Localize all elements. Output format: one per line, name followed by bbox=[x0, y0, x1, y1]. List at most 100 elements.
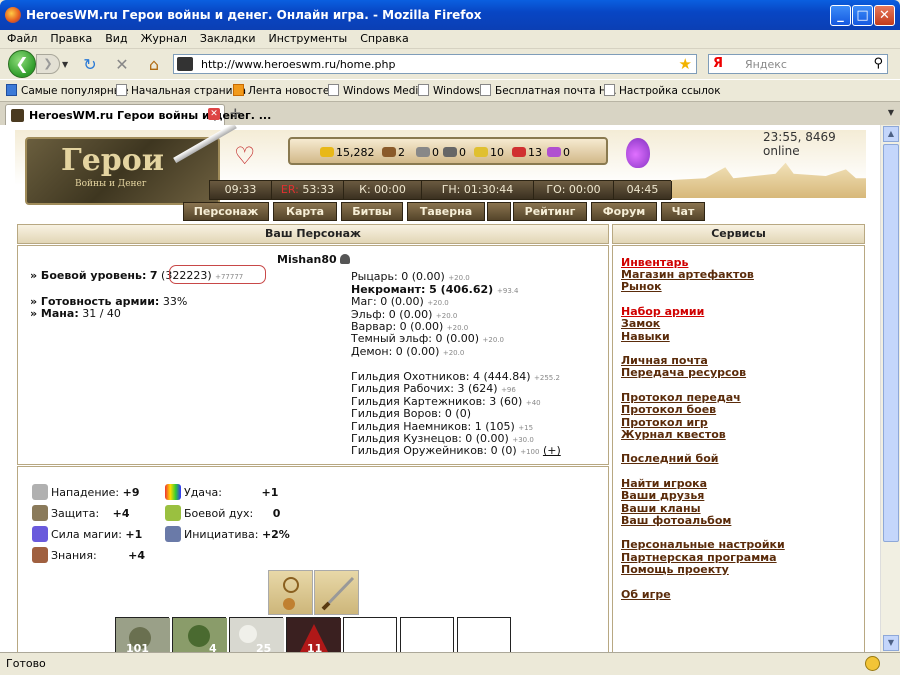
army-slot[interactable]: 101 bbox=[115, 617, 170, 652]
link-transfer-resources[interactable]: Передача ресурсов bbox=[621, 366, 746, 379]
weapon-slot[interactable] bbox=[314, 570, 359, 615]
army-slot[interactable]: 25 bbox=[229, 617, 284, 652]
yandex-icon[interactable]: Я bbox=[713, 56, 723, 71]
army-slot-empty[interactable] bbox=[343, 617, 397, 652]
timer-gn: ГН: 01:30:44 bbox=[422, 181, 534, 199]
server-time-online: 23:55, 8469 online bbox=[763, 130, 836, 158]
search-placeholder: Яндекс bbox=[745, 58, 787, 71]
army-slot-empty[interactable] bbox=[400, 617, 454, 652]
link-photo-album[interactable]: Ваш фотоальбом bbox=[621, 514, 731, 527]
close-button[interactable]: ✕ bbox=[874, 5, 895, 26]
site-favicon bbox=[177, 57, 193, 71]
heart-icon[interactable]: ♡ bbox=[234, 142, 256, 170]
minimize-button[interactable]: _ bbox=[830, 5, 851, 26]
nav-map[interactable]: Карта bbox=[273, 202, 337, 221]
history-dropdown-icon[interactable]: ▼ bbox=[62, 60, 68, 69]
link-support-project[interactable]: Помощь проекту bbox=[621, 563, 729, 576]
stop-icon[interactable]: ✕ bbox=[112, 55, 132, 75]
scroll-up-icon[interactable]: ▲ bbox=[883, 126, 899, 142]
crystal-icon bbox=[512, 147, 526, 157]
forward-button[interactable]: ❯ bbox=[36, 54, 60, 74]
status-bar: Готово bbox=[0, 652, 900, 675]
page-icon bbox=[418, 84, 429, 96]
character-name[interactable]: Mishan80 bbox=[277, 253, 350, 266]
nav-blank[interactable] bbox=[487, 202, 511, 221]
menu-bookmarks[interactable]: Закладки bbox=[193, 30, 262, 45]
character-panel-header: Ваш Персонаж bbox=[17, 224, 609, 244]
search-bar[interactable]: Я Яндекс ⚲ bbox=[708, 54, 888, 74]
link-skills[interactable]: Навыки bbox=[621, 330, 670, 343]
bookmark-news-feed[interactable]: Лента новостей bbox=[233, 84, 336, 97]
nav-chat[interactable]: Чат bbox=[661, 202, 705, 221]
timer-go: ГО: 00:00 bbox=[534, 181, 614, 199]
scroll-thumb[interactable] bbox=[883, 144, 899, 542]
stat-defense: Защита: +4 bbox=[32, 505, 130, 521]
link-last-battle[interactable]: Последний бой bbox=[621, 452, 718, 465]
army-slot-empty[interactable] bbox=[457, 617, 511, 652]
bookmark-link-settings[interactable]: Настройка ссылок bbox=[604, 84, 721, 97]
new-tab-icon[interactable]: ✛ bbox=[230, 107, 241, 122]
menu-file[interactable]: Файл bbox=[0, 30, 43, 45]
tab-heroeswm[interactable]: HeroesWM.ru Герои войны и денег. ... ✕ bbox=[5, 104, 271, 126]
wand-icon bbox=[32, 526, 48, 542]
nav-character[interactable]: Персонаж bbox=[183, 202, 269, 221]
vertical-scrollbar[interactable]: ▲ ▼ bbox=[880, 125, 900, 652]
addon-smiley-icon[interactable] bbox=[865, 656, 880, 671]
reload-icon[interactable]: ↻ bbox=[80, 55, 100, 75]
search-icon[interactable]: ⚲ bbox=[873, 56, 883, 71]
faction-mage: Маг: 0 (0.00) +20.0 bbox=[351, 295, 449, 308]
back-button[interactable]: ❮ bbox=[8, 50, 36, 78]
link-battle-log[interactable]: Протокол боев bbox=[621, 403, 716, 416]
link-about-game[interactable]: Об игре bbox=[621, 588, 671, 601]
guild-gunsmiths: Гильдия Оружейников: 0 (0) +100 (+) bbox=[351, 444, 561, 457]
tab-list-icon[interactable]: ▼ bbox=[888, 108, 894, 117]
scroll-down-icon[interactable]: ▼ bbox=[883, 635, 899, 651]
page-icon bbox=[116, 84, 127, 96]
menu-view[interactable]: Вид bbox=[98, 30, 133, 45]
stat-initiative: Инициатива: +2% bbox=[165, 526, 290, 542]
maximize-button[interactable]: □ bbox=[852, 5, 873, 26]
stat-attack: Нападение: +9 bbox=[32, 484, 140, 500]
services-panel: Инвентарь Магазин артефактов Рынок Набор… bbox=[612, 245, 865, 652]
url-text: http://www.heroeswm.ru/home.php bbox=[201, 58, 396, 71]
menu-edit[interactable]: Правка bbox=[43, 30, 98, 45]
home-icon[interactable]: ⌂ bbox=[144, 55, 164, 75]
close-tab-icon[interactable]: ✕ bbox=[208, 108, 220, 120]
mana-row: » Мана: 31 / 40 bbox=[30, 307, 121, 320]
bookmark-windows-media[interactable]: Windows Media bbox=[328, 84, 425, 97]
game-header: Герои Войны и Денег ♡ 15,282 2 0 0 10 13… bbox=[15, 125, 866, 222]
menu-help[interactable]: Справка bbox=[353, 30, 414, 45]
bookmark-most-visited[interactable]: Самые популярные bbox=[6, 84, 128, 97]
link-market[interactable]: Рынок bbox=[621, 280, 662, 293]
link-castle[interactable]: Замок bbox=[621, 317, 660, 330]
gems-icon bbox=[547, 147, 561, 157]
amulet-slot[interactable] bbox=[268, 570, 313, 615]
faction-dark-elf: Темный эльф: 0 (0.00) +20.0 bbox=[351, 332, 504, 345]
link-friends[interactable]: Ваши друзья bbox=[621, 489, 704, 502]
nav-forum[interactable]: Форум bbox=[591, 202, 657, 221]
link-quest-journal[interactable]: Журнал квестов bbox=[621, 428, 726, 441]
menu-history[interactable]: Журнал bbox=[134, 30, 193, 45]
sulfur-icon bbox=[474, 147, 488, 157]
plus-link[interactable]: (+) bbox=[543, 444, 561, 457]
navigation-toolbar: ❮ ❯ ▼ ↻ ✕ ⌂ http://www.heroeswm.ru/home.… bbox=[0, 49, 900, 79]
link-personal-settings[interactable]: Персональные настройки bbox=[621, 538, 785, 551]
nav-rating[interactable]: Рейтинг bbox=[513, 202, 587, 221]
crystal-resource: 13 bbox=[512, 146, 542, 159]
bookmark-star-icon[interactable]: ★ bbox=[679, 55, 692, 73]
mercury-resource: 0 bbox=[443, 146, 466, 159]
faction-knight: Рыцарь: 0 (0.00) +20.0 bbox=[351, 270, 470, 283]
army-slot[interactable]: 11 bbox=[286, 617, 341, 652]
bookmark-windows[interactable]: Windows bbox=[418, 84, 480, 97]
stat-morale: Боевой дух: 0 bbox=[165, 505, 280, 521]
nav-battles[interactable]: Битвы bbox=[341, 202, 403, 221]
army-slot[interactable]: 4 bbox=[172, 617, 227, 652]
menu-tools[interactable]: Инструменты bbox=[262, 30, 354, 45]
nav-tavern[interactable]: Таверна bbox=[407, 202, 485, 221]
url-bar[interactable]: http://www.heroeswm.ru/home.php ★ bbox=[173, 54, 697, 74]
services-panel-header: Сервисы bbox=[612, 224, 865, 244]
bookmark-free-mail[interactable]: Бесплатная почта H... bbox=[480, 84, 617, 97]
bookmark-start-page[interactable]: Начальная страница bbox=[116, 84, 246, 97]
book-icon bbox=[32, 547, 48, 563]
potion-icon[interactable] bbox=[626, 138, 650, 168]
